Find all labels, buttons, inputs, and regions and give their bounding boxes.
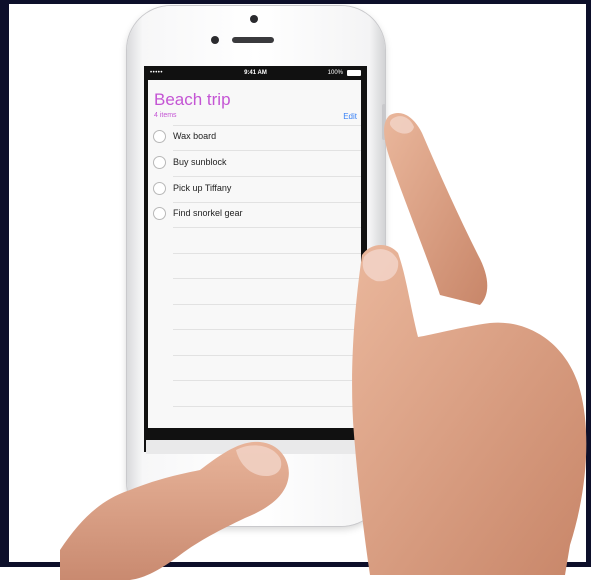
checkbox-circle-icon[interactable]	[153, 130, 166, 143]
empty-row-divider	[173, 355, 361, 356]
list-item[interactable]: Wax board	[148, 125, 361, 150]
list-item-label: Find snorkel gear	[173, 208, 243, 218]
empty-row-divider	[173, 278, 361, 279]
empty-row-divider	[173, 304, 361, 305]
frame-top-border	[0, 0, 591, 4]
battery-percent: 100%	[327, 70, 343, 76]
reminders-list: Beach trip 4 items Edit Wax board Buy su…	[148, 80, 361, 428]
speaker-grille	[232, 37, 274, 43]
list-title: Beach trip	[154, 90, 231, 109]
checkbox-circle-icon[interactable]	[153, 207, 166, 220]
list-item-label: Pick up Tiffany	[173, 183, 232, 193]
list-item[interactable]: Buy sunblock	[148, 151, 361, 176]
empty-row-divider	[173, 329, 361, 330]
camera-icon	[250, 15, 258, 23]
sensor-icon	[211, 36, 219, 44]
checkbox-circle-icon[interactable]	[153, 182, 166, 195]
list-item-label: Wax board	[173, 131, 217, 141]
right-hand	[352, 113, 587, 575]
empty-row-divider	[173, 406, 361, 407]
left-hand	[60, 441, 289, 580]
status-bar: ••••• 9:41 AM 100%	[144, 66, 367, 80]
list-item[interactable]: Find snorkel gear	[148, 202, 361, 227]
list-item[interactable]: Pick up Tiffany	[148, 177, 361, 202]
phone-screen: ••••• 9:41 AM 100% Beach trip 4 items Ed…	[144, 66, 367, 452]
checkbox-circle-icon[interactable]	[153, 156, 166, 169]
empty-row-divider	[173, 380, 361, 381]
divider	[173, 227, 361, 228]
frame-left-border	[0, 0, 9, 567]
empty-row-divider	[173, 253, 361, 254]
list-item-label: Buy sunblock	[173, 157, 227, 167]
battery-icon	[347, 70, 361, 76]
list-item-count: 4 items	[154, 112, 177, 119]
